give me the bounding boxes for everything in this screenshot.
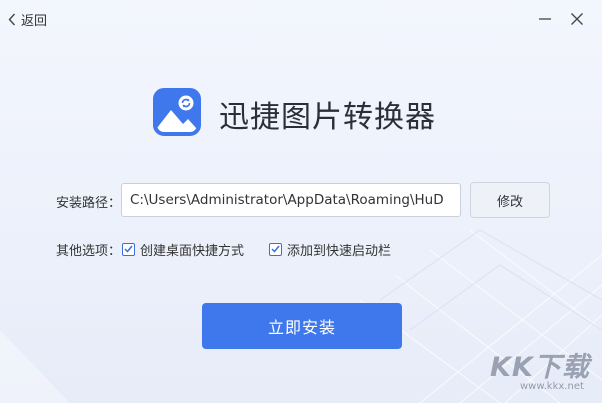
minimize-button[interactable] <box>534 8 556 30</box>
modify-path-button[interactable]: 修改 <box>470 182 550 218</box>
install-now-button[interactable]: 立即安装 <box>202 303 402 349</box>
back-label: 返回 <box>21 13 48 29</box>
create-desktop-shortcut-option[interactable]: 创建桌面快捷方式 <box>122 240 245 259</box>
back-button[interactable]: 返回 <box>8 8 47 30</box>
watermark-text: KK下载 <box>490 352 590 383</box>
install-path-input[interactable] <box>121 183 461 217</box>
watermark: KK下载 www.kkx.net <box>490 345 595 395</box>
checkbox-checked-icon[interactable] <box>269 242 282 256</box>
add-quick-launch-option[interactable]: 添加到快速启动栏 <box>269 240 392 259</box>
checkbox-checked-icon[interactable] <box>122 242 135 256</box>
minimize-icon <box>539 10 551 29</box>
image-convert-logo-icon <box>153 88 201 136</box>
close-icon <box>571 10 583 29</box>
install-path-label: 安装路径： <box>56 196 122 211</box>
option-label: 添加到快速启动栏 <box>287 243 392 259</box>
chevron-left-icon <box>8 13 16 26</box>
options-label: 其他选项： <box>56 244 122 259</box>
title-bar: 返回 <box>0 0 602 38</box>
close-button[interactable] <box>566 8 588 30</box>
watermark-url: www.kkx.net <box>520 381 584 392</box>
app-title: 迅捷图片转换器 <box>219 100 436 135</box>
option-label: 创建桌面快捷方式 <box>140 243 245 259</box>
